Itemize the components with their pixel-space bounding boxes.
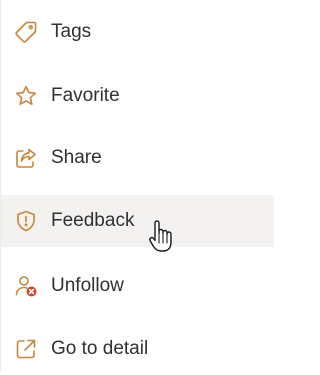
- menu-item-label: Tags: [51, 21, 92, 42]
- unfollow-icon: [14, 274, 38, 298]
- menu-item-favorite[interactable]: Favorite: [1, 70, 274, 122]
- menu-item-label: Unfollow: [51, 275, 124, 296]
- menu-item-unfollow[interactable]: Unfollow: [1, 260, 274, 312]
- star-icon: [14, 84, 38, 108]
- menu-item-go-to-detail[interactable]: Go to detail: [1, 323, 274, 375]
- share-icon: [14, 146, 38, 170]
- shield-alert-icon: [14, 209, 38, 233]
- menu-item-feedback[interactable]: Feedback: [1, 195, 274, 247]
- menu-item-label: Share: [51, 147, 102, 168]
- open-external-icon: [14, 337, 38, 361]
- menu-item-label: Feedback: [51, 210, 135, 231]
- context-menu: Tags Favorite Share Feedback Unfollow Go…: [0, 0, 274, 371]
- tag-icon: [14, 20, 38, 44]
- menu-item-tags[interactable]: Tags: [1, 6, 274, 58]
- menu-item-share[interactable]: Share: [1, 132, 274, 184]
- hand-cursor-icon: [149, 220, 172, 252]
- menu-item-label: Go to detail: [51, 338, 149, 359]
- menu-item-label: Favorite: [51, 85, 120, 106]
